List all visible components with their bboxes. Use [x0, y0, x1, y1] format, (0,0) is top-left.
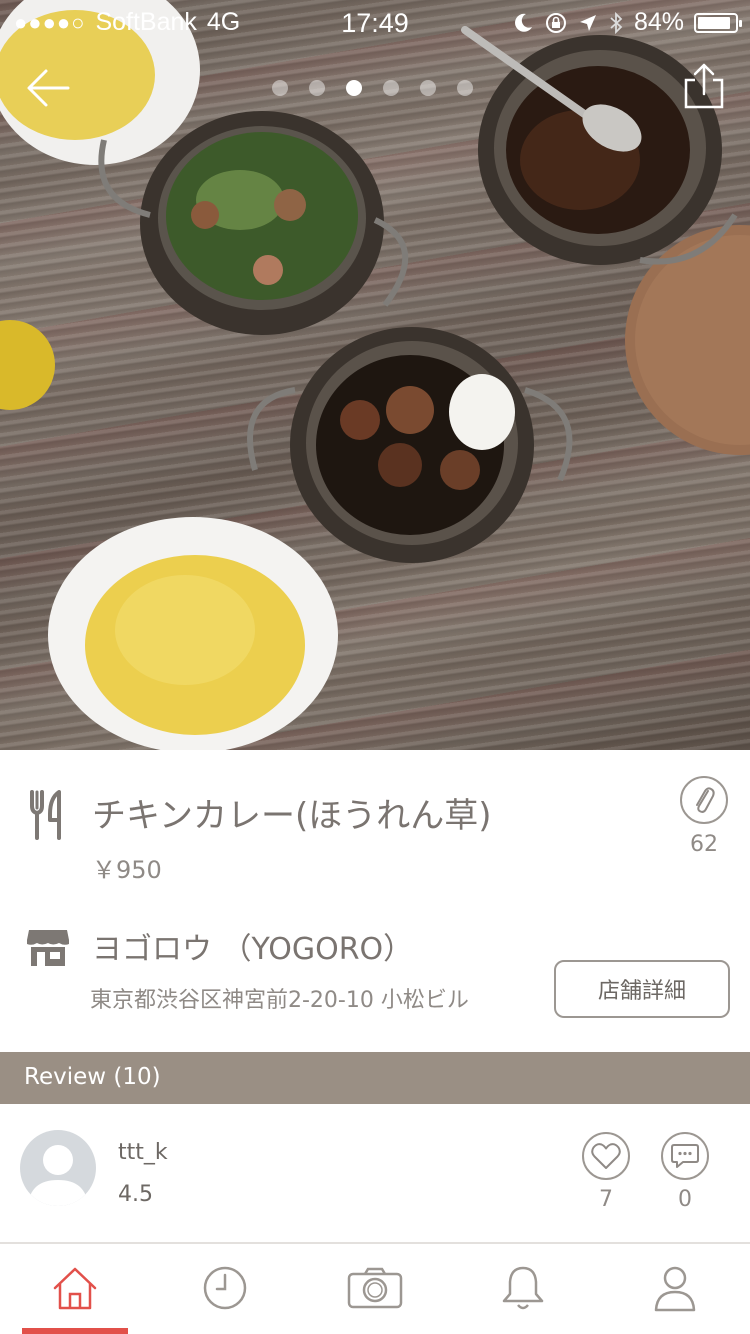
fork-knife-icon	[30, 790, 61, 840]
tab-history[interactable]	[195, 1262, 255, 1314]
camera-icon	[347, 1267, 403, 1309]
paperclip-icon	[696, 787, 715, 813]
avatar[interactable]	[20, 1130, 96, 1206]
moon-icon	[515, 13, 532, 32]
review-username[interactable]: ttt_k	[118, 1140, 168, 1165]
pager-dot[interactable]	[420, 80, 436, 96]
tab-camera[interactable]	[345, 1262, 405, 1314]
clip-count: 62	[690, 832, 718, 857]
heart-icon	[591, 1143, 621, 1169]
dish-name: チキンカレー(ほうれん草)	[92, 796, 492, 836]
share-icon	[684, 63, 724, 109]
bell-icon	[502, 1266, 544, 1310]
default-avatar-icon	[28, 1145, 88, 1206]
person-icon	[654, 1266, 696, 1312]
speech-bubble-icon	[671, 1144, 699, 1168]
shop-detail-button[interactable]: 店舗詳細	[554, 960, 730, 1018]
back-button[interactable]	[22, 62, 76, 116]
pager-dot[interactable]	[383, 80, 399, 96]
clock-icon	[203, 1266, 247, 1310]
comment-count: 0	[678, 1187, 692, 1212]
review-section-title: Review (10)	[24, 1064, 161, 1090]
comment-button[interactable]	[661, 1132, 709, 1180]
rotation-lock-icon	[545, 12, 566, 33]
shop-name[interactable]: ヨゴロウ （YOGORO）	[92, 924, 413, 968]
shop-address: 東京都渋谷区神宮前2-20-10 小松ビル	[90, 988, 469, 1013]
home-icon	[53, 1267, 97, 1310]
review-score: 4.5	[118, 1182, 153, 1207]
battery-icon	[694, 12, 742, 33]
status-bar: ●●●●○ SoftBank 4G 17:49 84%	[0, 0, 750, 40]
battery-percentage: 84%	[633, 8, 684, 36]
photo-pager[interactable]	[272, 80, 473, 96]
pager-dot-active[interactable]	[346, 80, 362, 96]
pager-dot[interactable]	[272, 80, 288, 96]
storefront-icon	[27, 930, 69, 966]
tab-home[interactable]	[45, 1262, 105, 1314]
bluetooth-icon	[610, 11, 623, 34]
active-tab-indicator	[22, 1328, 128, 1334]
tab-notifications[interactable]	[493, 1262, 553, 1314]
share-button[interactable]	[678, 60, 730, 112]
pager-dot[interactable]	[309, 80, 325, 96]
like-count: 7	[599, 1187, 613, 1212]
dish-photo[interactable]	[0, 0, 750, 750]
tab-profile[interactable]	[645, 1262, 705, 1314]
status-right-group: 84%	[512, 8, 742, 37]
like-button[interactable]	[582, 1132, 630, 1180]
dish-price: ￥950	[92, 856, 162, 884]
pager-dot[interactable]	[457, 80, 473, 96]
dish-photo-illustration	[0, 0, 750, 750]
arrow-left-icon	[27, 69, 70, 107]
clip-button[interactable]	[680, 776, 728, 824]
location-arrow-icon	[579, 14, 596, 31]
